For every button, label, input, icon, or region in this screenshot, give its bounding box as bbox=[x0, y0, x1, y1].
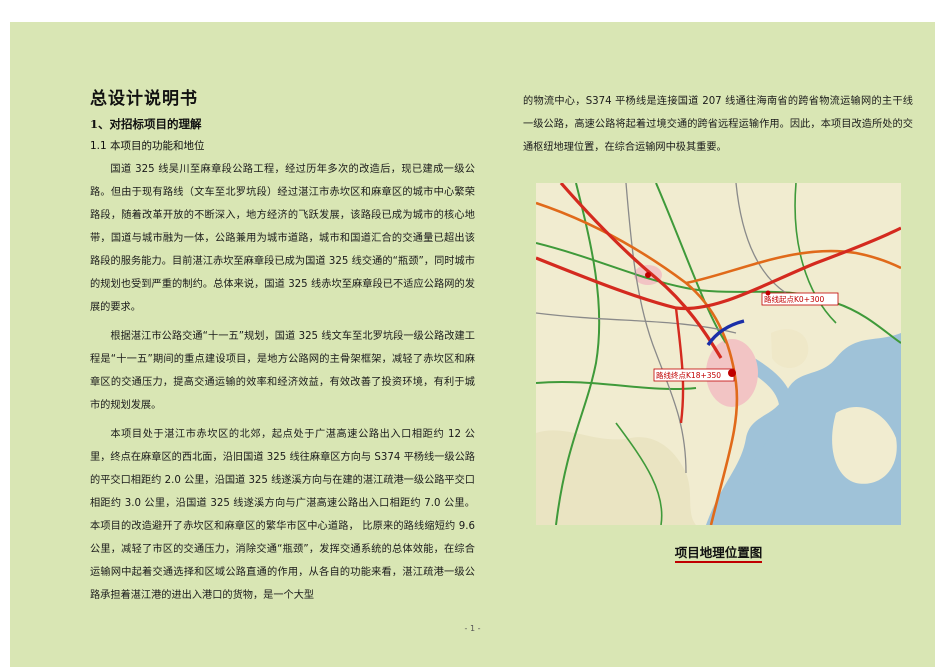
section-heading: 1、对招标项目的理解 bbox=[90, 117, 202, 131]
paragraph-1: 国道 325 线吴川至麻章段公路工程，经过历年多次的改造后，现已建成一级公路。但… bbox=[90, 164, 475, 313]
map-town-marker bbox=[645, 272, 651, 278]
map-start-label: 路线终点K18+350 bbox=[656, 370, 721, 380]
document-title: 总设计说明书 bbox=[90, 89, 198, 109]
project-location-map: 路线起点K0+300 路线终点K18+350 bbox=[536, 183, 901, 525]
map-land-island bbox=[832, 407, 897, 484]
left-column-text: 国道 325 线吴川至麻章段公路工程，经过历年多次的改造后，现已建成一级公路。但… bbox=[90, 158, 475, 613]
map-caption-text: 项目地理位置图 bbox=[674, 545, 763, 563]
paragraph-3: 本项目处于湛江市赤坎区的北郊，起点处于广湛高速公路出入口相距约 12 公里，终点… bbox=[90, 429, 475, 601]
map-town-marker bbox=[765, 290, 771, 296]
map-caption: 项目地理位置图 bbox=[536, 542, 901, 563]
page-number: - 1 - bbox=[464, 624, 481, 633]
map-end-label: 路线起点K0+300 bbox=[764, 294, 825, 304]
paragraph-2: 根据湛江市公路交通“十一五”规划，国道 325 线文车至北罗坑段一级公路改建工程… bbox=[90, 331, 475, 411]
sub-heading: 1.1 本项目的功能和地位 bbox=[90, 140, 205, 152]
document-page: 总设计说明书 1、对招标项目的理解 1.1 本项目的功能和地位 国道 325 线… bbox=[10, 22, 935, 667]
map-graphic: 路线起点K0+300 路线终点K18+350 bbox=[536, 183, 901, 525]
right-column-text: 的物流中心，S374 平杨线是连接国道 207 线通往海南省的跨省物流运输网的主… bbox=[523, 90, 913, 159]
map-city-marker bbox=[728, 369, 736, 377]
paragraph-continued: 的物流中心，S374 平杨线是连接国道 207 线通往海南省的跨省物流运输网的主… bbox=[523, 96, 913, 153]
